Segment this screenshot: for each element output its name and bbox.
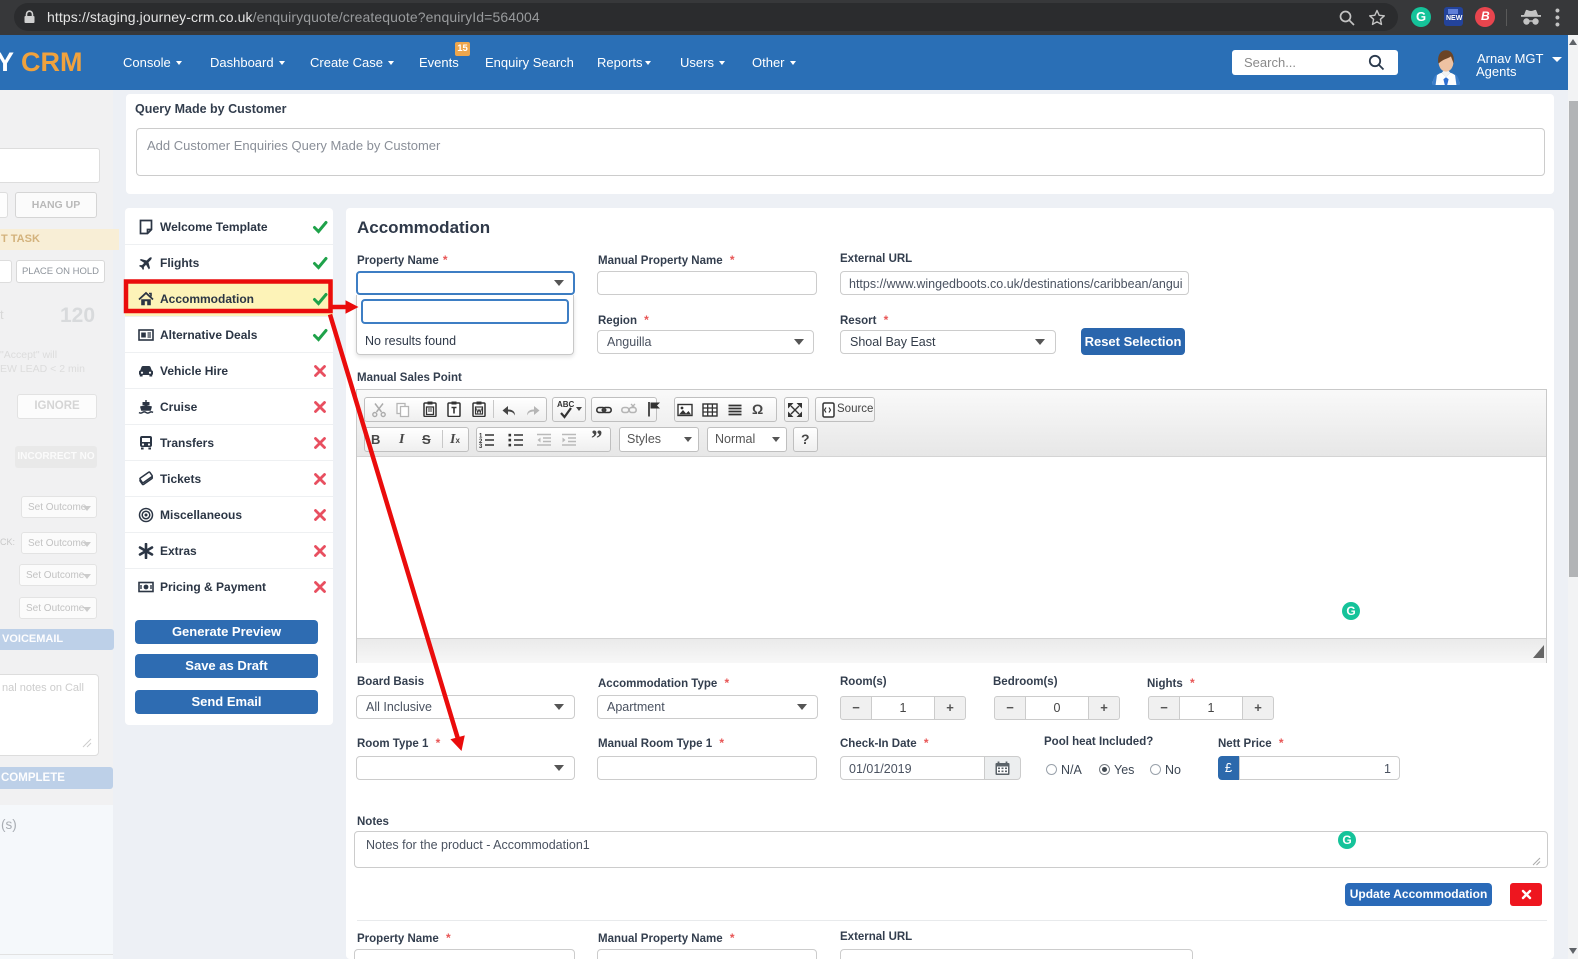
- svg-text:3: 3: [479, 444, 483, 448]
